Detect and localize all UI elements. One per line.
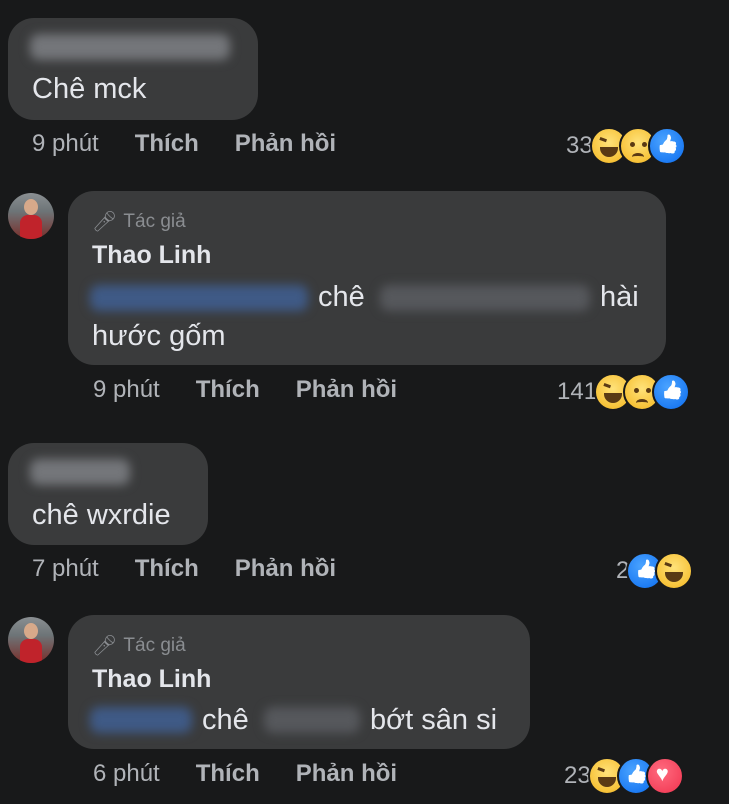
comment-time[interactable]: 6 phút bbox=[93, 760, 160, 788]
comment-text-part: chê bbox=[318, 281, 365, 313]
like-button[interactable]: Thích bbox=[196, 376, 260, 404]
comment-bubble: 🎤︎ Tác giả Thao Linh chê bớt sân si bbox=[68, 615, 530, 749]
comment-actions: 6 phút Thích Phản hồi bbox=[93, 760, 397, 788]
author-badge-label: Tác giả bbox=[123, 210, 186, 232]
comment-time[interactable]: 9 phút bbox=[93, 376, 160, 404]
author-badge: 🎤︎ Tác giả bbox=[92, 209, 186, 234]
author-badge-label: Tác giả bbox=[123, 634, 186, 656]
haha-icon bbox=[655, 552, 694, 590]
blurred-tagged-name[interactable] bbox=[264, 707, 360, 733]
microphone-icon: 🎤︎ bbox=[92, 211, 118, 233]
commenter-name[interactable]: Thao Linh bbox=[92, 665, 211, 694]
microphone-icon: 🎤︎ bbox=[92, 635, 118, 657]
comment-bubble: 🎤︎ Tác giả Thao Linh chê hài hước gốm bbox=[68, 191, 666, 365]
comment-actions: 9 phút Thích Phản hồi bbox=[32, 130, 336, 158]
blurred-commenter-name[interactable] bbox=[30, 459, 130, 485]
like-button[interactable]: Thích bbox=[196, 760, 260, 788]
comment-text: chê wxrdie bbox=[32, 499, 171, 531]
like-icon bbox=[647, 127, 686, 165]
avatar[interactable] bbox=[8, 617, 54, 663]
reaction-summary[interactable]: 141 bbox=[557, 373, 691, 411]
comment-bubble: Chê mck bbox=[8, 18, 258, 120]
avatar[interactable] bbox=[8, 193, 54, 239]
comment-bubble: chê wxrdie bbox=[8, 443, 208, 545]
comment-time[interactable]: 7 phút bbox=[32, 555, 99, 583]
like-button[interactable]: Thích bbox=[135, 555, 199, 583]
comment-text-part: hước gốm bbox=[92, 320, 226, 352]
reply-button[interactable]: Phản hồi bbox=[235, 555, 336, 583]
commenter-name[interactable]: Thao Linh bbox=[92, 241, 211, 270]
like-button[interactable]: Thích bbox=[135, 130, 199, 158]
comment-text-part: hài bbox=[600, 281, 639, 313]
comment-text-part: bớt sân si bbox=[370, 704, 498, 736]
author-badge: 🎤︎ Tác giả bbox=[92, 633, 186, 658]
reaction-count: 33 bbox=[566, 132, 593, 159]
comment-actions: 7 phút Thích Phản hồi bbox=[32, 555, 336, 583]
reaction-summary[interactable]: 23 bbox=[564, 757, 684, 795]
comment-text-part: chê bbox=[202, 704, 249, 736]
reaction-count: 141 bbox=[557, 378, 598, 405]
reaction-summary[interactable]: 2 bbox=[616, 552, 694, 590]
comment-time[interactable]: 9 phút bbox=[32, 130, 99, 158]
comment-text: Chê mck bbox=[32, 73, 147, 105]
blurred-tagged-name[interactable] bbox=[90, 707, 192, 733]
like-icon bbox=[652, 373, 691, 411]
reply-button[interactable]: Phản hồi bbox=[296, 760, 397, 788]
love-icon bbox=[645, 757, 684, 795]
reaction-summary[interactable]: 33 bbox=[566, 127, 686, 165]
blurred-tagged-name[interactable] bbox=[90, 285, 308, 311]
reply-button[interactable]: Phản hồi bbox=[296, 376, 397, 404]
blurred-tagged-name[interactable] bbox=[380, 285, 590, 311]
blurred-commenter-name[interactable] bbox=[30, 34, 230, 60]
reply-button[interactable]: Phản hồi bbox=[235, 130, 336, 158]
comment-actions: 9 phút Thích Phản hồi bbox=[93, 376, 397, 404]
reaction-count: 23 bbox=[564, 762, 591, 789]
